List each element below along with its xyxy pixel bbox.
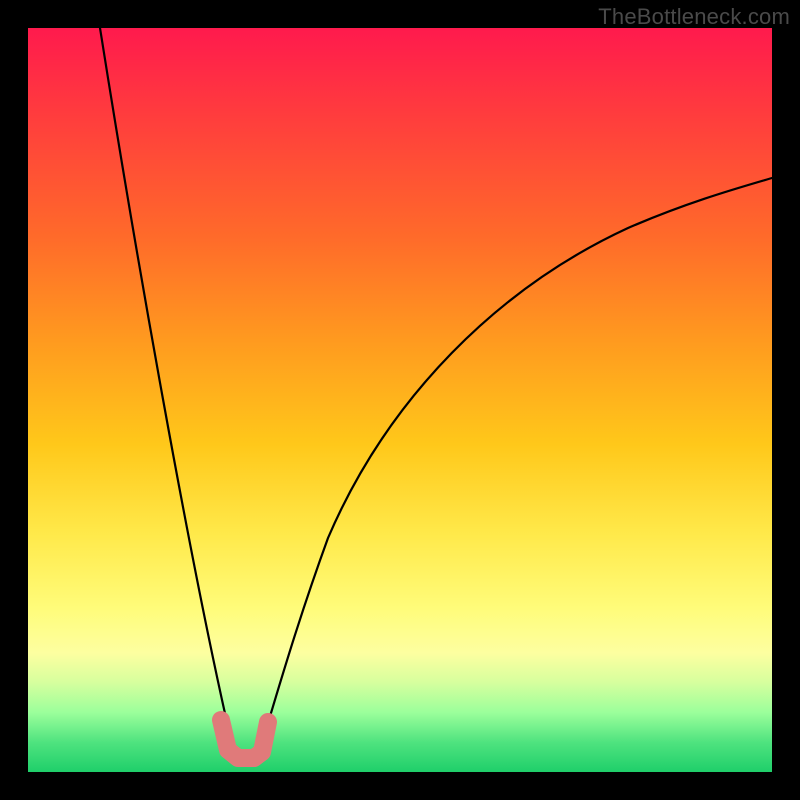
right-curve bbox=[256, 178, 772, 760]
optimal-zone-marker bbox=[221, 720, 268, 758]
watermark-text: TheBottleneck.com bbox=[598, 4, 790, 30]
bottleneck-curve-svg bbox=[28, 28, 772, 772]
left-curve bbox=[100, 28, 240, 760]
plot-area bbox=[28, 28, 772, 772]
